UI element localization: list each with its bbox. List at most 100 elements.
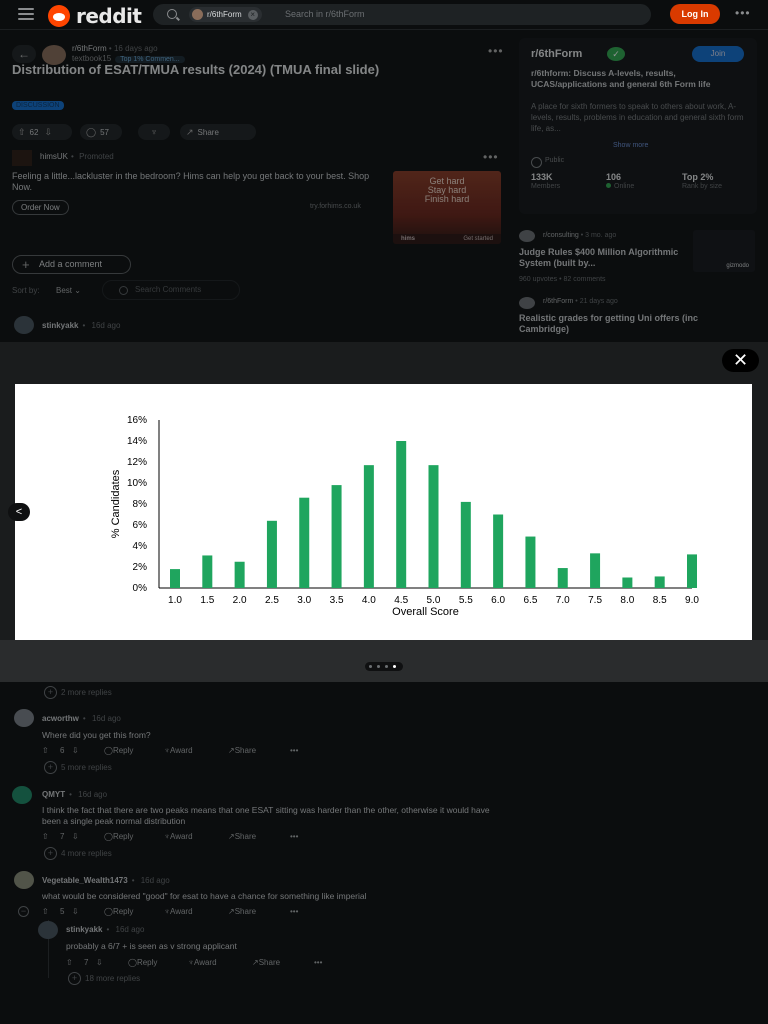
comment-actions: ⇧ 7 ⇩ ◯ Reply ♆ Award ↗ Share ••• — [66, 958, 366, 970]
downvote-icon[interactable]: ⇩ — [72, 746, 79, 755]
online-count: 106 — [606, 172, 622, 182]
comment-author[interactable]: QMYT — [42, 790, 65, 799]
comment-author[interactable]: Vegetable_Wealth1473 — [42, 876, 128, 885]
more-options-icon[interactable]: ••• — [735, 6, 751, 20]
downvote-icon[interactable]: ⇩ — [72, 907, 79, 916]
visibility-label: Public — [531, 157, 564, 168]
comment-more-icon[interactable]: ••• — [290, 832, 298, 841]
page-dot[interactable] — [377, 665, 380, 668]
share-button[interactable]: ↗ Share — [228, 746, 256, 755]
award-label: Award — [170, 832, 193, 841]
award-button[interactable]: ♆ Award — [164, 832, 193, 841]
more-replies-link[interactable]: 2 more replies — [43, 686, 112, 699]
search-community-chip[interactable]: r/6thForm × — [189, 7, 262, 22]
post-subreddit[interactable]: r/6thForm • 16 days ago — [72, 44, 158, 53]
downvote-icon[interactable]: ⇩ — [72, 832, 79, 841]
downvote-icon[interactable]: ⇩ — [44, 124, 52, 140]
subreddit-link[interactable]: r/6thForm — [72, 44, 107, 53]
related-title[interactable]: Judge Rules $400 Million Algorithmic Sys… — [519, 247, 684, 269]
share-button[interactable]: ↗ Share — [252, 958, 280, 967]
ad-more-icon[interactable]: ••• — [483, 150, 499, 164]
more-replies-link[interactable]: 5 more replies — [43, 761, 112, 774]
avatar[interactable] — [38, 921, 58, 939]
post-more-icon[interactable]: ••• — [488, 44, 504, 58]
ad-image-brand: hims — [401, 236, 416, 242]
ad-domain[interactable]: try.forhims.co.uk — [310, 203, 361, 210]
comments-button[interactable]: ◯ 57 — [80, 124, 122, 140]
join-button[interactable]: Join — [692, 46, 744, 62]
previous-image-button[interactable]: < — [8, 503, 30, 521]
members-count: 133K — [531, 172, 553, 182]
avatar[interactable] — [14, 709, 34, 727]
search-input[interactable]: Search in r/6thForm — [285, 9, 365, 19]
comment-more-icon[interactable]: ••• — [314, 958, 322, 967]
related-thumbnail[interactable]: gizmodo — [693, 230, 755, 272]
comment-body: I think the fact that there are two peak… — [42, 805, 490, 826]
reply-label: Reply — [136, 958, 158, 967]
sort-dropdown[interactable]: Best ⌄ — [56, 286, 81, 295]
related-upvotes: 960 upvotes — [519, 276, 558, 283]
related-title[interactable]: Realistic grades for getting Uni offers … — [519, 313, 739, 335]
search-comments-input[interactable]: Search Comments — [102, 280, 240, 300]
ad-image[interactable]: Get hard Stay hard Finish hard hims Get s… — [393, 171, 501, 244]
upvote-icon[interactable]: ⇧ — [42, 907, 49, 916]
ad-text[interactable]: Feeling a little...lackluster in the bed… — [12, 171, 382, 193]
comment-time: 16d ago — [115, 925, 145, 934]
related-avatar[interactable] — [519, 297, 535, 309]
close-lightbox-button[interactable]: ✕ — [722, 349, 759, 372]
community-title[interactable]: r/6thForm — [531, 48, 582, 60]
menu-icon[interactable] — [18, 8, 34, 20]
reddit-wordmark[interactable]: reddit — [76, 4, 142, 28]
vote-control[interactable]: ⇧ 62 ⇩ — [12, 124, 72, 140]
chip-close-icon[interactable]: × — [247, 10, 258, 20]
reply-button[interactable]: ◯ Reply — [128, 958, 157, 967]
ad-advertiser[interactable]: himsUK — [40, 152, 68, 161]
related-subreddit[interactable]: r/consulting — [543, 232, 579, 239]
award-button[interactable]: ♆ — [138, 124, 170, 140]
comment-more-icon[interactable]: ••• — [290, 746, 298, 755]
comment-author[interactable]: acworthw — [42, 714, 79, 723]
avatar[interactable] — [14, 316, 34, 334]
collapse-thread-icon[interactable]: − — [18, 906, 29, 917]
show-more-link[interactable]: Show more — [613, 142, 648, 149]
ad-avatar[interactable] — [12, 150, 32, 166]
comment-icon: ◯ — [86, 127, 97, 137]
reply-button[interactable]: ◯ Reply — [104, 746, 133, 755]
add-comment-button[interactable]: Add a comment — [12, 255, 131, 274]
related-subreddit[interactable]: r/6thForm — [543, 298, 573, 305]
downvote-icon[interactable]: ⇩ — [96, 958, 103, 967]
share-button[interactable]: ↗ Share — [180, 124, 256, 140]
award-button[interactable]: ♆ Award — [164, 746, 193, 755]
comment-author[interactable]: stinkyakk — [42, 321, 78, 330]
related-avatar[interactable] — [519, 230, 535, 242]
page-dot[interactable] — [385, 665, 388, 668]
page-dot[interactable] — [369, 665, 372, 668]
page-dot-active[interactable] — [393, 665, 396, 668]
share-button[interactable]: ↗ Share — [228, 832, 256, 841]
comment-time: 16d ago — [91, 321, 121, 330]
reply-button[interactable]: ◯ Reply — [104, 832, 133, 841]
post-flair[interactable]: DISCUSSION — [12, 101, 64, 110]
award-button[interactable]: ♆ Award — [164, 907, 193, 916]
reply-button[interactable]: ◯ Reply — [104, 907, 133, 916]
comment-author-row: acworthw • 16d ago — [42, 714, 121, 723]
upvote-icon[interactable]: ⇧ — [42, 832, 49, 841]
more-replies-link[interactable]: 18 more replies — [67, 972, 140, 985]
upvote-icon[interactable]: ⇧ — [18, 124, 26, 140]
order-now-button[interactable]: Order Now — [12, 200, 69, 215]
comment-more-icon[interactable]: ••• — [290, 907, 298, 916]
more-replies-link[interactable]: 4 more replies — [43, 847, 112, 860]
reddit-logo-icon[interactable] — [48, 5, 70, 27]
login-button[interactable]: Log In — [670, 4, 720, 24]
award-label: Award — [170, 907, 193, 916]
back-button[interactable]: ← — [12, 45, 36, 63]
y-tick-label: 4% — [133, 541, 148, 552]
comment-author[interactable]: stinkyakk — [66, 925, 102, 934]
share-button[interactable]: ↗ Share — [228, 907, 256, 916]
upvote-icon[interactable]: ⇧ — [66, 958, 73, 967]
upvote-icon[interactable]: ⇧ — [42, 746, 49, 755]
avatar[interactable] — [12, 786, 32, 804]
avatar[interactable] — [14, 871, 34, 889]
award-button[interactable]: ♆ Award — [188, 958, 217, 967]
ad-image-cta[interactable]: Get started — [463, 234, 493, 244]
